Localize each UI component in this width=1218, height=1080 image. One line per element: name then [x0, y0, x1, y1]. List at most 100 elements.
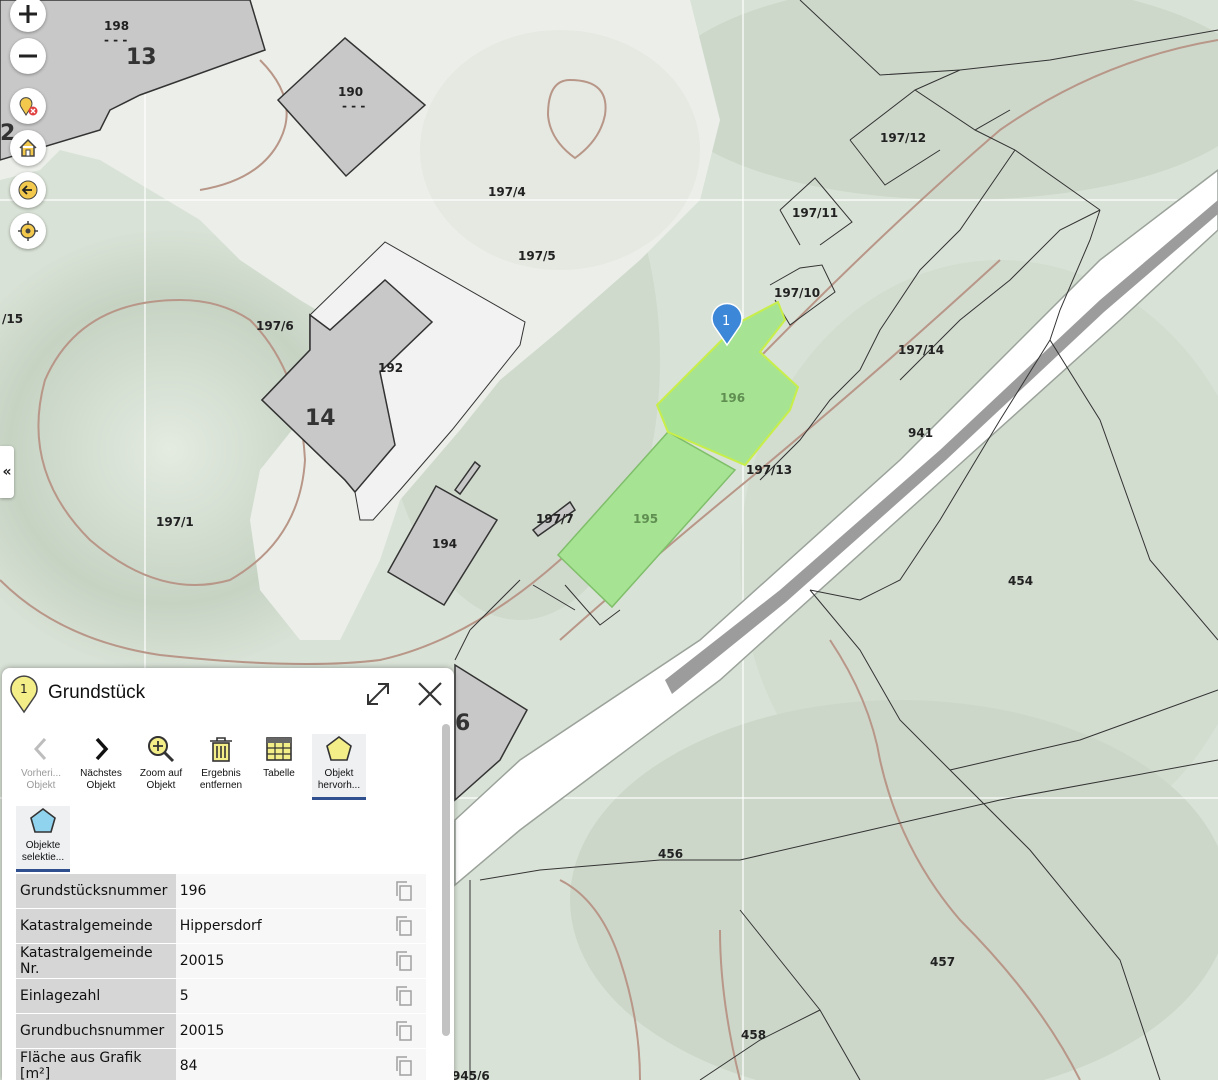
parcel-label: 190	[338, 85, 363, 99]
attribute-key: Grundbuchsnummer	[16, 1013, 176, 1049]
zoom-out-icon	[19, 54, 37, 58]
pin-number: 1	[20, 682, 28, 696]
home-button[interactable]	[10, 130, 46, 166]
attribute-table: Grundstücksnummer 196 Katastralgemeinde Hip…	[16, 874, 426, 1080]
parcel-label: 197/10	[774, 286, 820, 300]
parcel-label: 198	[104, 19, 129, 33]
attribute-value: 20015	[175, 1013, 383, 1049]
building-number: 13	[126, 45, 157, 70]
attribute-row: Grundbuchsnummer 20015	[16, 1013, 426, 1049]
hill-shading	[420, 30, 700, 270]
attribute-row: Katastralgemeinde Hippersdorf	[16, 908, 426, 944]
select-objects-button[interactable]: Objekte selektie...	[16, 806, 70, 872]
collapse-sidebar-button[interactable]: «	[0, 446, 14, 498]
copy-icon	[396, 1056, 413, 1076]
copy-icon	[396, 1021, 413, 1041]
remove-marker-icon	[19, 97, 38, 116]
zoom-to-object-button[interactable]: Zoom auf Objekt	[134, 734, 188, 800]
locate-button[interactable]	[10, 213, 46, 249]
panel-title: Grundstück	[48, 682, 146, 703]
attribute-key: Fläche aus Grafik [m²]	[16, 1048, 176, 1080]
attribute-value: 196	[175, 874, 383, 909]
panel-scrollbar[interactable]	[440, 720, 452, 1080]
result-pin-icon: 1	[10, 675, 38, 714]
tool-label: hervorh...	[317, 780, 361, 791]
scroll-thumb[interactable]	[442, 724, 450, 1036]
attribute-row: Katastralgemeinde Nr. 20015	[16, 943, 426, 979]
tool-label: Objekt	[26, 780, 56, 791]
tool-label: Zoom auf	[139, 768, 183, 779]
parcel-label: 192	[378, 361, 403, 375]
select-polygon-icon	[30, 808, 56, 833]
highlight-object-button[interactable]: Objekt hervorh...	[312, 734, 366, 800]
building-number: 14	[305, 406, 336, 431]
copy-icon	[396, 951, 413, 971]
parcel-label: 197/4	[488, 185, 526, 199]
locate-icon	[18, 221, 38, 241]
tool-label: Objekte	[25, 840, 61, 851]
parcel-label: 197/6	[256, 319, 294, 333]
copy-button[interactable]	[382, 874, 426, 909]
attribute-value: 84	[175, 1048, 383, 1080]
parcel-label: 196	[720, 391, 745, 405]
table-button[interactable]: Tabelle	[252, 734, 306, 800]
previous-object-button[interactable]: Vorheri... Objekt	[14, 734, 68, 800]
copy-icon	[396, 916, 413, 936]
tool-label: Objekt	[86, 780, 116, 791]
zoom-out-button[interactable]	[10, 38, 46, 74]
close-icon[interactable]	[416, 680, 444, 708]
highlight-polygon-icon	[326, 736, 352, 761]
parcel-label: - - -	[342, 99, 365, 113]
attribute-value: 20015	[175, 943, 383, 979]
next-object-button[interactable]: Nächstes Objekt	[74, 734, 128, 800]
copy-button[interactable]	[382, 943, 426, 979]
parcel-label: 945/6	[452, 1069, 490, 1080]
tool-label: selektie...	[21, 852, 65, 863]
tool-label: Objekt	[324, 768, 354, 779]
building-number: 6	[455, 711, 470, 736]
chevron-right-icon	[95, 737, 109, 761]
expand-icon[interactable]	[364, 680, 392, 708]
parcel-label: 197/7	[536, 512, 574, 526]
attribute-value: 5	[175, 978, 383, 1014]
tool-label: Vorheri...	[20, 768, 62, 779]
parcel-label: 941	[908, 426, 933, 440]
tool-label: Objekt	[146, 780, 176, 791]
tool-label: Ergebnis	[201, 768, 241, 779]
panel-header: 1 Grundstück	[2, 668, 454, 720]
parcel-label: /15	[2, 312, 23, 326]
copy-button[interactable]	[382, 1013, 426, 1049]
table-icon	[266, 737, 292, 761]
parcel-label: 197/5	[518, 249, 556, 263]
attribute-key: Einlagezahl	[16, 978, 176, 1014]
remove-marker-button[interactable]	[10, 88, 46, 124]
copy-button[interactable]	[382, 1048, 426, 1080]
back-button[interactable]	[10, 172, 46, 208]
parcel-label: 197/14	[898, 343, 944, 357]
result-panel: 1 Grundstück Vorheri... Objekt Nächstes …	[2, 668, 454, 1080]
parcel-label: 456	[658, 847, 683, 861]
attribute-value: Hippersdorf	[175, 908, 383, 944]
parcel-label: 197/11	[792, 206, 838, 220]
attribute-key: Katastralgemeinde	[16, 908, 176, 944]
parcel-label: 197/12	[880, 131, 926, 145]
parcel-label: 458	[741, 1028, 766, 1042]
copy-button[interactable]	[382, 978, 426, 1014]
copy-button[interactable]	[382, 908, 426, 944]
parcel-label: - - -	[104, 33, 127, 47]
tool-label: Tabelle	[263, 768, 295, 779]
back-arrow-icon	[18, 180, 38, 200]
parcel-label: 197/13	[746, 463, 792, 477]
parcel-label: 454	[1008, 574, 1033, 588]
tool-label: entfernen	[199, 780, 243, 791]
parcel-label: 195	[633, 512, 658, 526]
remove-result-button[interactable]: Ergebnis entfernen	[194, 734, 248, 800]
zoom-in-icon	[19, 5, 37, 23]
copy-icon	[396, 986, 413, 1006]
chevron-left-icon	[33, 737, 47, 761]
tool-label: Nächstes	[80, 768, 122, 779]
attribute-row: Grundstücksnummer 196	[16, 874, 426, 909]
parcel-label: 194	[432, 537, 457, 551]
attribute-key: Grundstücksnummer	[16, 874, 176, 909]
marker-number: 1	[722, 314, 730, 329]
